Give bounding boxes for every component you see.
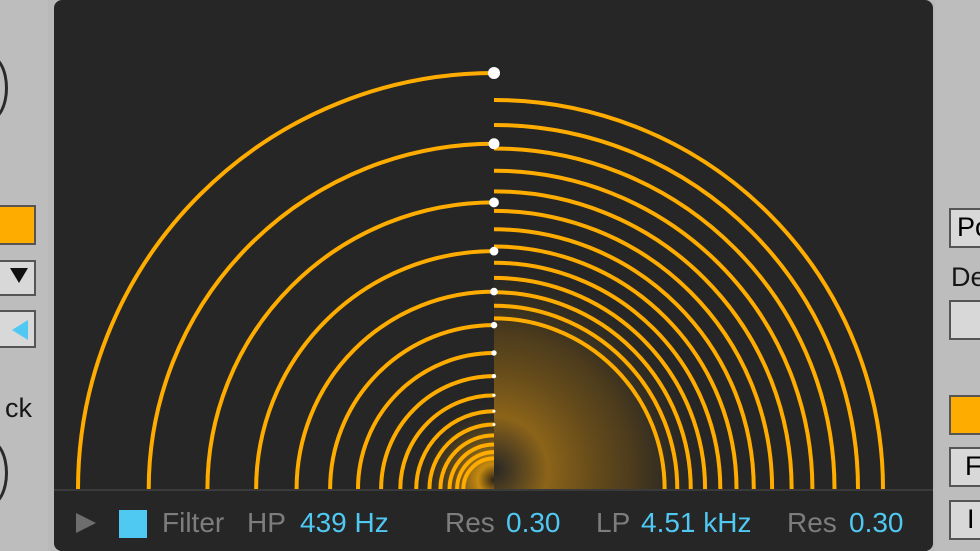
bottom-bar: Filter HP 439 Hz Res 0.30 LP 4.51 kHz Re… — [54, 489, 933, 551]
left-panel: ck — [0, 0, 48, 551]
right-orange-button[interactable] — [949, 395, 980, 435]
resonance-dot — [492, 409, 496, 413]
left-partial-label: ck — [5, 393, 32, 423]
resonance-dot — [490, 287, 498, 296]
left-knob-bottom[interactable] — [0, 440, 8, 506]
left-arrow-button[interactable] — [0, 310, 36, 348]
resonance-dot — [488, 67, 500, 79]
resonance-dot — [490, 321, 498, 329]
resonance-dot — [488, 138, 500, 150]
resonance-dot — [491, 373, 497, 379]
hp-value[interactable]: 439 Hz — [300, 507, 389, 539]
lp-label: LP — [596, 507, 631, 538]
right-button-f[interactable]: F — [949, 447, 980, 487]
chevron-down-icon — [10, 268, 28, 283]
lp-value[interactable]: 4.51 kHz — [641, 507, 752, 539]
right-top-button[interactable]: Po — [949, 208, 980, 248]
resonance-dot — [492, 422, 496, 426]
filter-device: Filter HP 439 Hz Res 0.30 LP 4.51 kHz Re… — [54, 0, 933, 551]
res1-label: Res — [445, 507, 495, 538]
res2-label: Res — [787, 507, 837, 538]
resonance-dot — [491, 350, 497, 356]
left-knob-top[interactable] — [0, 55, 8, 121]
play-icon[interactable] — [76, 513, 96, 533]
arrow-left-icon — [12, 320, 28, 340]
left-orange-button[interactable] — [0, 205, 36, 245]
right-button-i-label: I — [967, 504, 975, 534]
right-button-f-label: F — [965, 451, 980, 481]
left-dropdown[interactable] — [0, 260, 36, 296]
hp-label: HP — [247, 507, 286, 538]
right-panel: Po De F I — [935, 0, 980, 551]
right-grey-button[interactable] — [949, 300, 980, 340]
res1-value[interactable]: 0.30 — [506, 507, 561, 539]
filter-toggle-button[interactable] — [119, 510, 147, 538]
right-partial-label: De — [951, 262, 980, 292]
res2-value[interactable]: 0.30 — [849, 507, 904, 539]
filter-label: Filter — [162, 507, 225, 538]
right-button-i[interactable]: I — [949, 500, 980, 540]
resonance-dot — [489, 246, 499, 256]
resonance-dot — [492, 393, 496, 397]
resonance-dot — [489, 197, 499, 208]
right-top-button-label: Po — [957, 212, 980, 242]
filter-visualization[interactable] — [54, 0, 933, 489]
